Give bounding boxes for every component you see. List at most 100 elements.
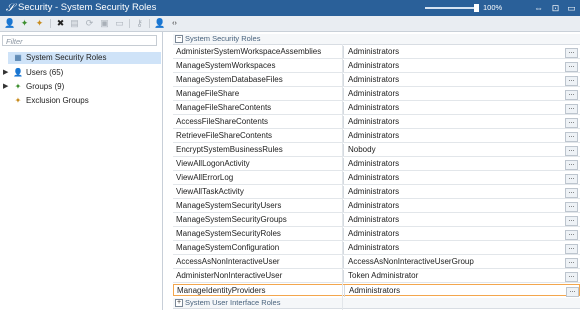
ellipsis-button[interactable]: ... (565, 244, 578, 254)
property-value[interactable]: AccessAsNonInteractiveUserGroup (343, 256, 557, 268)
key-icon[interactable]: ⚷ (134, 18, 145, 29)
ellipsis-button[interactable]: ... (565, 104, 578, 114)
ellipsis-button[interactable]: ... (565, 272, 578, 282)
ellipsis-button[interactable]: ... (565, 174, 578, 184)
property-value[interactable]: Administrators (343, 242, 557, 254)
ellipsis-button[interactable]: ... (565, 258, 578, 268)
property-name: ManageSystemConfiguration (176, 243, 280, 252)
property-name: ManageFileShareContents (176, 103, 272, 112)
property-value[interactable]: Administrators (343, 74, 557, 86)
property-value[interactable]: Administrators (343, 116, 557, 128)
property-name: AccessFileShareContents (176, 117, 269, 126)
property-value[interactable]: Administrators (343, 214, 557, 226)
zoom-slider-thumb[interactable] (474, 4, 479, 12)
property-row[interactable]: AdministerSystemWorkspaceAssemblies Admin… (173, 46, 580, 59)
group-header-system-security-roles[interactable]: − System Security Roles (173, 34, 580, 45)
tree-item-label: Exclusion Groups (26, 96, 89, 105)
toolbar-separator (149, 19, 150, 28)
expand-icon[interactable]: + (175, 299, 183, 307)
navigation-panel: Filter ▦ System Security Roles ▶ 👤 Users… (0, 32, 163, 310)
ellipsis-button[interactable]: ... (565, 76, 578, 86)
property-row[interactable]: ViewAllTaskActivity Administrators... (173, 186, 580, 199)
ellipsis-button[interactable]: ... (565, 118, 578, 128)
property-row[interactable]: AdministerNonInteractiveUser Token Admini… (173, 270, 580, 283)
ellipsis-button[interactable]: ... (565, 48, 578, 58)
property-row[interactable]: ViewAllLogonActivity Administrators... (173, 158, 580, 171)
property-row[interactable]: ManageSystemSecurityRoles Administrators.… (173, 228, 580, 241)
property-row[interactable]: ViewAllErrorLog Administrators... (173, 172, 580, 185)
property-value[interactable]: Administrators (343, 200, 557, 212)
tree-item-users[interactable]: ▶ 👤 Users (65) (0, 67, 161, 79)
property-grid: − System Security Roles AdministerSystem… (173, 34, 580, 310)
group-header-system-user-interface-roles[interactable]: + System User Interface Roles (173, 298, 580, 309)
ellipsis-button[interactable]: ... (565, 132, 578, 142)
ellipsis-button[interactable]: ... (565, 62, 578, 72)
property-name: RetrieveFileShareContents (176, 131, 273, 140)
property-value[interactable]: Administrators (343, 186, 557, 198)
property-value[interactable]: Administrators (343, 130, 557, 142)
collapse-icon[interactable]: − (175, 35, 183, 43)
property-row[interactable]: ManageIdentityProviders Administrators... (173, 284, 580, 297)
property-row[interactable]: ManageSystemSecurityGroups Administrators… (173, 214, 580, 227)
ellipsis-button[interactable]: ... (565, 90, 578, 100)
toolbar-separator (129, 19, 130, 28)
print-icon[interactable]: ▭ (114, 18, 125, 29)
tree-item-label: Groups (9) (26, 82, 65, 91)
group-title: System User Interface Roles (185, 298, 281, 307)
property-value[interactable]: Administrators (344, 285, 558, 297)
property-value[interactable]: Token Administrator (343, 270, 557, 282)
property-value[interactable]: Administrators (343, 158, 557, 170)
property-value[interactable]: Nobody (343, 144, 557, 156)
zoom-slider[interactable] (425, 7, 479, 9)
refresh-icon[interactable]: ⟳ (84, 18, 95, 29)
ellipsis-button[interactable]: ... (565, 160, 578, 170)
toolbar: 👤 ✦ ✦ ✖ ▤ ⟳ ▣ ▭ ⚷ 👤 ‹› (0, 16, 580, 32)
property-row[interactable]: AccessAsNonInteractiveUser AccessAsNonInt… (173, 256, 580, 269)
delete-icon[interactable]: ✖ (55, 18, 66, 29)
expand-arrow-icon[interactable]: ▶ (3, 67, 10, 79)
group-add-icon[interactable]: ✦ (34, 18, 45, 29)
save-icon[interactable]: ▣ (99, 18, 110, 29)
code-icon[interactable]: ‹› (169, 18, 180, 29)
property-row[interactable]: ManageSystemSecurityUsers Administrators.… (173, 200, 580, 213)
property-value[interactable]: Administrators (343, 172, 557, 184)
property-name: AdministerNonInteractiveUser (176, 271, 283, 280)
property-row[interactable]: ManageSystemWorkspaces Administrators... (173, 60, 580, 73)
property-row[interactable]: RetrieveFileShareContents Administrators.… (173, 130, 580, 143)
property-row[interactable]: AccessFileShareContents Administrators... (173, 116, 580, 129)
ellipsis-button[interactable]: ... (565, 188, 578, 198)
document-icon[interactable]: ▤ (69, 18, 80, 29)
ellipsis-button[interactable]: ... (565, 146, 578, 156)
property-value[interactable]: Administrators (343, 228, 557, 240)
tree-item-system-security-roles[interactable]: ▦ System Security Roles (8, 52, 161, 64)
title-bar: 𝒮 Security - System Security Roles 100% … (0, 0, 580, 16)
filter-input[interactable]: Filter (2, 35, 157, 46)
property-row[interactable]: ManageFileShare Administrators... (173, 88, 580, 101)
property-value[interactable]: Administrators (343, 102, 557, 114)
property-name: ViewAllTaskActivity (176, 187, 244, 196)
tree-item-exclusion-groups[interactable]: ✦ Exclusion Groups (0, 95, 161, 107)
expand-arrow-icon[interactable]: ▶ (3, 81, 10, 93)
user-edit-icon[interactable]: 👤 (154, 18, 165, 29)
property-row[interactable]: ManageSystemDatabaseFiles Administrators.… (173, 74, 580, 87)
property-value[interactable]: Administrators (343, 46, 557, 58)
ellipsis-button[interactable]: ... (565, 230, 578, 240)
property-value[interactable]: Administrators (343, 60, 557, 72)
property-row[interactable]: EncryptSystemBusinessRules Nobody... (173, 144, 580, 157)
property-name: ViewAllErrorLog (176, 173, 234, 182)
group-icon[interactable]: ✦ (19, 18, 30, 29)
ellipsis-button[interactable]: ... (565, 216, 578, 226)
close-icon[interactable]: ▭ (565, 2, 578, 14)
property-row[interactable]: ManageSystemConfiguration Administrators.… (173, 242, 580, 255)
property-value[interactable]: Administrators (343, 88, 557, 100)
restore-icon[interactable]: ⇔ (532, 2, 545, 14)
property-row[interactable]: ManageFileShareContents Administrators... (173, 102, 580, 115)
user-icon[interactable]: 👤 (4, 18, 15, 29)
ellipsis-button[interactable]: ... (566, 287, 579, 297)
property-name: ManageSystemSecurityUsers (176, 201, 282, 210)
maximize-icon[interactable]: ⊡ (549, 2, 562, 14)
property-name: ManageFileShare (176, 89, 240, 98)
tree-item-groups[interactable]: ▶ ✦ Groups (9) (0, 81, 161, 93)
ellipsis-button[interactable]: ... (565, 202, 578, 212)
group-icon: ✦ (14, 96, 22, 105)
